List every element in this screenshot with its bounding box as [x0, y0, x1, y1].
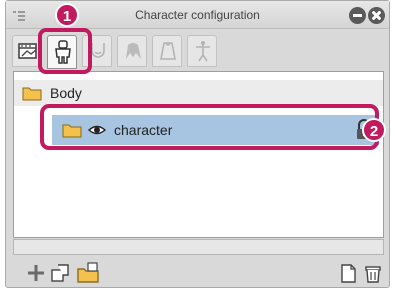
clothing-icon: [160, 42, 176, 60]
tree-row-body[interactable]: Body: [14, 80, 383, 106]
tree-row-label: Body: [50, 85, 82, 101]
horizontal-scrollbar[interactable]: [13, 239, 384, 255]
head-icon: [91, 43, 105, 58]
add-icon[interactable]: [24, 261, 48, 285]
body-figure-icon: [55, 40, 71, 64]
layer-tree: Body character: [13, 71, 384, 238]
tab-skeleton[interactable]: [187, 35, 217, 67]
pose-tab-icon: [18, 43, 37, 59]
tab-body[interactable]: [47, 35, 77, 69]
new-folder-icon[interactable]: [50, 261, 74, 285]
delete-icon[interactable]: [361, 261, 385, 285]
folder-icon: [22, 87, 42, 101]
new-page-icon[interactable]: [336, 261, 360, 285]
skeleton-icon: [196, 41, 210, 62]
tree-row-label: character: [114, 122, 173, 138]
tab-clothing[interactable]: [152, 35, 182, 67]
new-folder-from-selection-icon[interactable]: [76, 261, 100, 285]
folder-icon: [62, 124, 82, 138]
close-button[interactable]: [368, 7, 385, 24]
eye-visibility-icon[interactable]: [88, 123, 106, 137]
tree-row-character[interactable]: character: [52, 115, 379, 145]
tab-head[interactable]: [82, 35, 112, 67]
bottom-toolbar: [6, 257, 389, 289]
callout-badge-2: 2: [362, 118, 386, 142]
tab-strip: [6, 29, 389, 69]
hair-icon: [126, 43, 141, 59]
tab-pose[interactable]: [12, 35, 42, 67]
character-configuration-panel: Character configuration Body character: [5, 0, 390, 288]
tab-hair[interactable]: [117, 35, 147, 67]
minimize-button[interactable]: [349, 7, 366, 24]
callout-badge-1: 1: [55, 3, 79, 27]
